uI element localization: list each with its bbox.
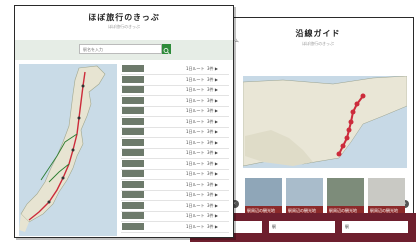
list-item[interactable]: 1日ルート 3件 ▶ [121,222,229,233]
search-icon [163,48,170,55]
route-stop[interactable] [340,143,346,149]
route-thumbnail [122,159,144,167]
route-count: 3件 ▶ [207,139,218,145]
route-thumbnail [122,117,144,125]
route-type: 1日ルート [186,160,205,166]
spot-photo [245,178,282,206]
list-item[interactable]: 1日ルート 3件 ▶ [121,106,229,117]
route-type: 1日ルート [186,181,205,187]
route-count: 3件 ▶ [207,66,218,71]
route-count: 3件 ▶ [207,202,218,208]
footer-pill[interactable]: 駅 [342,221,408,233]
route-count: 3件 ▶ [207,171,218,176]
header: ほぼ旅行のきっぷ ほぼ旅行のきっぷ [15,6,233,40]
route-thumbnail [122,222,144,230]
search-bar: 駅名を入力 [15,40,233,60]
route-type: 1日ルート [186,66,205,71]
japan-rail-map[interactable] [19,64,117,236]
route-type: 1日ルート [186,108,205,113]
route-type: 1日ルート [186,139,205,145]
route-count: 3件 ▶ [207,118,218,124]
route-thumbnail [122,138,144,146]
route-thumbnail [122,107,144,114]
map-graphic [243,76,407,168]
route-thumbnail [122,128,144,135]
list-item[interactable]: 1日ルート 3件 ▶ [121,190,229,201]
list-item[interactable]: 1日ルート 3件 ▶ [121,201,229,212]
route-type: 1日ルート [186,223,205,229]
route-thumbnail [122,201,144,209]
list-item[interactable]: 1日ルート 3件 ▶ [121,148,229,159]
route-thumbnail [122,75,144,83]
map-graphic [19,64,117,236]
route-thumbnail [122,170,144,177]
route-type: 1日ルート [186,87,205,92]
route-type: 1日ルート [186,118,205,124]
route-stop[interactable] [344,135,350,141]
route-thumbnail [122,65,144,72]
route-type: 1日ルート [186,202,205,208]
route-count: 3件 ▶ [207,129,218,134]
route-thumbnail [122,180,144,188]
screenshot-route-search: ほぼ旅行のきっぷ ほぼ旅行のきっぷ 駅名を入力 1日ルート 3件 ▶ 1日ルート… [14,5,234,238]
footer-pill[interactable]: 駅 [269,221,335,233]
page-title: ほぼ旅行のきっぷ [88,13,160,22]
page-subtitle: ほぼ旅行のきっぷ [302,41,334,46]
route-stop[interactable] [348,119,354,125]
list-item[interactable]: 1日ルート 3件 ▶ [121,75,229,86]
list-item[interactable]: 1日ルート 3件 ▶ [121,138,229,149]
route-count: 3件 ▶ [207,181,218,187]
spot-photo [368,178,405,206]
route-stop[interactable] [360,93,366,99]
spot-photo [327,178,364,206]
route-type: 1日ルート [186,213,205,218]
list-item[interactable]: 1日ルート 3件 ▶ [121,211,229,222]
page-subtitle: ほぼ旅行のきっぷ [108,24,140,29]
list-item[interactable]: 1日ルート 3件 ▶ [121,169,229,180]
route-type: 1日ルート [186,150,205,155]
route-stop[interactable] [346,127,352,133]
route-type: 1日ルート [186,76,205,82]
route-count: 3件 ▶ [207,192,218,197]
list-item[interactable]: 1日ルート 3件 ▶ [121,180,229,191]
route-list: 1日ルート 3件 ▶ 1日ルート 3件 ▶ 1日ルート 3件 ▶ 1日ルート 3件 ▶ … [121,64,229,236]
list-item[interactable]: 1日ルート 3件 ▶ [121,96,229,107]
route-count: 3件 ▶ [207,160,218,166]
route-map[interactable] [243,76,407,168]
route-count: 3件 ▶ [207,223,218,229]
route-stop[interactable] [350,109,356,115]
list-item[interactable]: 1日ルート 3件 ▶ [121,85,229,96]
route-count: 3件 ▶ [207,150,218,155]
route-thumbnail [122,191,144,198]
search-input[interactable]: 駅名を入力 [79,44,162,54]
route-count: 3件 ▶ [207,213,218,218]
list-item[interactable]: 1日ルート 3件 ▶ [121,117,229,128]
route-type: 1日ルート [186,97,205,103]
search-button[interactable] [162,44,171,55]
route-type: 1日ルート [186,129,205,134]
page-title: 沿線ガイド [295,29,341,38]
screenshot-route-guide: 沿線ガイド ほぼ旅行のきっぷ ホーム ‹ › 駅周辺の観光地 1件 ▶ 駅周辺 [222,17,414,242]
route-thumbnail [122,212,144,219]
route-thumbnail [122,96,144,104]
route-type: 1日ルート [186,192,205,197]
list-item[interactable]: 1日ルート 3件 ▶ [121,159,229,170]
route-stop[interactable] [354,101,360,107]
route-thumbnail [122,86,144,93]
route-count: 3件 ▶ [207,97,218,103]
route-stop[interactable] [336,151,342,157]
route-type: 1日ルート [186,171,205,176]
route-thumbnail [122,149,144,156]
route-count: 3件 ▶ [207,87,218,92]
spot-photo [286,178,323,206]
list-item[interactable]: 1日ルート 3件 ▶ [121,127,229,138]
route-count: 3件 ▶ [207,76,218,82]
route-count: 3件 ▶ [207,108,218,113]
list-item[interactable]: 1日ルート 3件 ▶ [121,64,229,75]
